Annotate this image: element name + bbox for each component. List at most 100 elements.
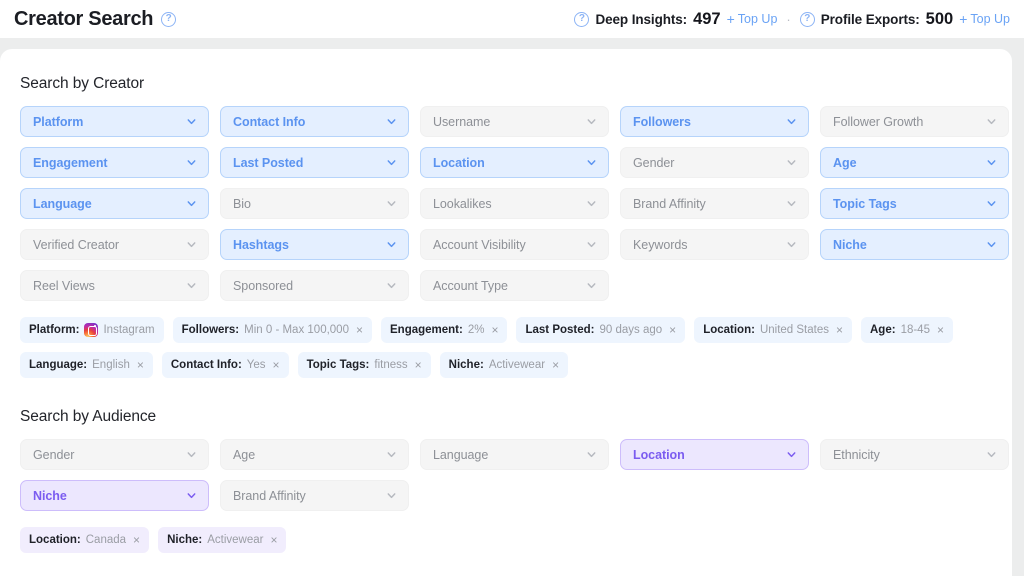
chevron-down-icon	[587, 242, 596, 248]
chevron-down-icon	[987, 242, 996, 248]
help-circle-icon-profile-exports[interactable]: ?	[799, 11, 815, 27]
chip-creator-location[interactable]: Location: United States ×	[694, 317, 852, 343]
chevron-down-icon	[587, 452, 596, 458]
filter-creator-brand-affinity[interactable]: Brand Affinity	[620, 188, 809, 219]
chip-remove-icon[interactable]: ×	[836, 324, 843, 336]
chip-remove-icon[interactable]: ×	[491, 324, 498, 336]
filter-label: Language	[433, 447, 489, 462]
filter-audience-gender[interactable]: Gender	[20, 439, 209, 470]
filter-creator-language[interactable]: Language	[20, 188, 209, 219]
filter-label: Brand Affinity	[633, 196, 706, 211]
top-up-label: Top Up	[737, 12, 778, 26]
filter-creator-bio[interactable]: Bio	[220, 188, 409, 219]
filter-label: Account Type	[433, 278, 508, 293]
audience-chip-list: Location: Canada × Niche: Activewear ×	[20, 527, 992, 553]
filter-creator-followers[interactable]: Followers	[620, 106, 809, 137]
chip-value: 2%	[467, 324, 485, 336]
filter-audience-location[interactable]: Location	[620, 439, 809, 470]
filter-audience-brand-affinity[interactable]: Brand Affinity	[220, 480, 409, 511]
scroll-gutter[interactable]	[1012, 38, 1024, 576]
filter-label: Age	[233, 447, 256, 462]
filter-creator-reel-views[interactable]: Reel Views	[20, 270, 209, 301]
chevron-down-icon	[187, 452, 196, 458]
chip-remove-icon[interactable]: ×	[133, 534, 140, 546]
creator-filter-grid: Platform Contact Info Username Followers Fol…	[20, 106, 1009, 301]
filter-creator-sponsored[interactable]: Sponsored	[220, 270, 409, 301]
chip-value: Activewear	[488, 359, 546, 371]
filter-creator-lookalikes[interactable]: Lookalikes	[420, 188, 609, 219]
filter-creator-verified-creator[interactable]: Verified Creator	[20, 229, 209, 260]
chip-creator-followers[interactable]: Followers: Min 0 - Max 100,000 ×	[172, 317, 372, 343]
filter-creator-platform[interactable]: Platform	[20, 106, 209, 137]
filter-creator-contact-info[interactable]: Contact Info	[220, 106, 409, 137]
chip-remove-icon[interactable]: ×	[273, 359, 280, 371]
filter-creator-location[interactable]: Location	[420, 147, 609, 178]
filter-creator-topic-tags[interactable]: Topic Tags	[820, 188, 1009, 219]
top-up-profile-exports-button[interactable]: + Top Up	[959, 11, 1010, 27]
filter-creator-age[interactable]: Age	[820, 147, 1009, 178]
chip-creator-age[interactable]: Age: 18-45 ×	[861, 317, 953, 343]
chip-key: Location:	[29, 534, 81, 546]
filter-audience-ethnicity[interactable]: Ethnicity	[820, 439, 1009, 470]
chip-key: Niche:	[167, 534, 203, 546]
chip-value: English	[92, 359, 130, 371]
help-circle-icon-deep-insights[interactable]: ?	[574, 11, 590, 27]
filter-audience-language[interactable]: Language	[420, 439, 609, 470]
filter-label: Language	[33, 196, 92, 211]
chip-creator-topic-tags[interactable]: Topic Tags: fitness ×	[297, 352, 431, 378]
filter-creator-hashtags[interactable]: Hashtags	[220, 229, 409, 260]
plus-icon: +	[959, 11, 968, 27]
top-up-deep-insights-button[interactable]: + Top Up	[727, 11, 778, 27]
chevron-down-icon	[187, 119, 196, 125]
creator-section-title: Search by Creator	[20, 75, 145, 92]
chip-value: United States	[759, 324, 829, 336]
help-circle-icon-title[interactable]: ?	[161, 11, 177, 27]
chevron-down-icon	[787, 201, 796, 207]
chip-value: Canada	[85, 534, 127, 546]
filter-creator-account-visibility[interactable]: Account Visibility	[420, 229, 609, 260]
chip-value: Yes	[246, 359, 266, 371]
filter-creator-last-posted[interactable]: Last Posted	[220, 147, 409, 178]
filter-creator-follower-growth[interactable]: Follower Growth	[820, 106, 1009, 137]
chip-key: Engagement:	[390, 324, 463, 336]
chip-creator-engagement[interactable]: Engagement: 2% ×	[381, 317, 508, 343]
filter-creator-username[interactable]: Username	[420, 106, 609, 137]
deep-insights-value: 497	[693, 9, 721, 28]
chip-audience-location[interactable]: Location: Canada ×	[20, 527, 150, 553]
filter-creator-gender[interactable]: Gender	[620, 147, 809, 178]
chip-remove-icon[interactable]: ×	[669, 324, 676, 336]
creator-chip-list: Platform: Instagram Followers: Min 0 - Max …	[20, 317, 992, 378]
filter-creator-keywords[interactable]: Keywords	[620, 229, 809, 260]
chip-audience-niche[interactable]: Niche: Activewear ×	[158, 527, 287, 553]
chip-remove-icon[interactable]: ×	[137, 359, 144, 371]
chip-creator-contact-info[interactable]: Contact Info: Yes ×	[161, 352, 289, 378]
audience-filter-grid: Gender Age Language Location Ethnicity Niche B…	[20, 439, 1009, 511]
filter-label: Contact Info	[233, 114, 306, 129]
chip-key: Topic Tags:	[306, 359, 370, 371]
chip-creator-niche[interactable]: Niche: Activewear ×	[439, 352, 569, 378]
chip-remove-icon[interactable]: ×	[552, 359, 559, 371]
filter-audience-niche[interactable]: Niche	[20, 480, 209, 511]
filter-label: Reel Views	[33, 278, 95, 293]
chip-creator-platform[interactable]: Platform: Instagram	[20, 317, 164, 343]
chip-creator-last-posted[interactable]: Last Posted: 90 days ago ×	[516, 317, 686, 343]
app-header: Creator Search ? ? Deep Insights: 497 + …	[0, 0, 1024, 38]
chip-remove-icon[interactable]: ×	[270, 534, 277, 546]
filter-audience-age[interactable]: Age	[220, 439, 409, 470]
chip-creator-language[interactable]: Language: English ×	[20, 352, 153, 378]
chip-remove-icon[interactable]: ×	[937, 324, 944, 336]
chevron-down-icon	[987, 452, 996, 458]
chevron-down-icon	[787, 119, 796, 125]
filter-label: Niche	[33, 488, 67, 503]
filter-label: Bio	[233, 196, 251, 211]
chip-remove-icon[interactable]: ×	[415, 359, 422, 371]
filter-creator-niche[interactable]: Niche	[820, 229, 1009, 260]
filter-creator-account-type[interactable]: Account Type	[420, 270, 609, 301]
top-up-label: Top Up	[970, 12, 1010, 26]
chip-remove-icon[interactable]: ×	[356, 324, 363, 336]
filter-label: Last Posted	[233, 155, 304, 170]
filter-creator-engagement[interactable]: Engagement	[20, 147, 209, 178]
filter-label: Lookalikes	[433, 196, 492, 211]
deep-insights-label: Deep Insights:	[595, 11, 688, 27]
credits-bar: ? Deep Insights: 497 + Top Up · ? Profil…	[574, 10, 1010, 29]
